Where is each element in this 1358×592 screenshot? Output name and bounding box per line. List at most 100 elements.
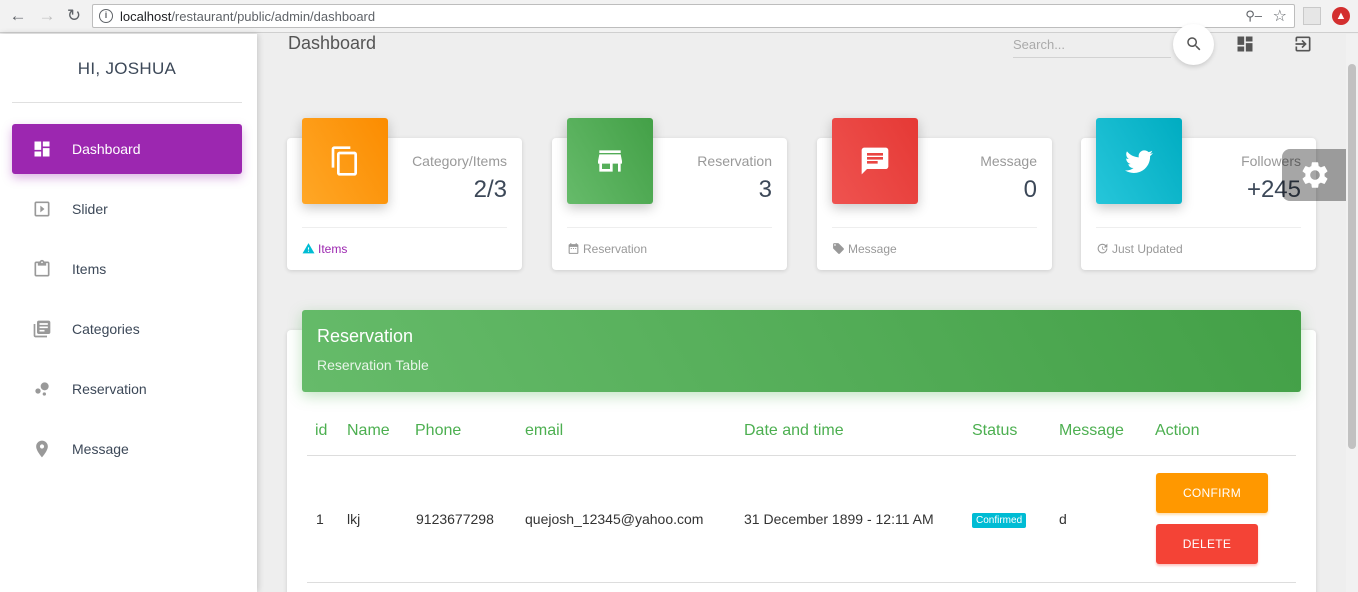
card-footer: Just Updated — [1096, 242, 1183, 256]
page-title: Dashboard — [288, 33, 377, 53]
column-header-name: Name — [347, 422, 390, 439]
confirm-button[interactable]: CONFIRM — [1156, 473, 1268, 513]
stat-card-category-items: Category/Items 2/3 Items — [287, 118, 522, 270]
cell-name: lkj — [347, 511, 361, 527]
card-footer[interactable]: Items — [302, 242, 347, 256]
table-subtitle: Reservation Table — [317, 357, 429, 373]
sidebar-divider — [12, 102, 242, 103]
settings-plugin-button[interactable] — [1282, 149, 1346, 201]
slideshow-icon — [34, 201, 50, 217]
card-value: 3 — [758, 176, 772, 203]
card-divider — [302, 227, 507, 228]
url-text[interactable]: localhost/restaurant/public/admin/dashbo… — [120, 9, 375, 24]
card-category: Reservation — [697, 153, 772, 169]
update-icon — [1097, 243, 1108, 254]
card-icon-badge — [302, 118, 388, 204]
card-category: Message — [980, 153, 1037, 169]
location-pin-icon — [36, 440, 48, 458]
cell-message: d — [1059, 511, 1067, 527]
key-icon[interactable]: ⚲– — [1245, 8, 1262, 24]
card-footer-text: Message — [848, 242, 897, 256]
logout-icon[interactable] — [1293, 34, 1313, 54]
clipboard-icon — [34, 259, 50, 277]
card-footer: Reservation — [567, 242, 647, 256]
mail-extension-icon[interactable] — [1303, 7, 1321, 25]
back-arrow-icon[interactable]: ← — [7, 6, 29, 26]
sidebar: HI, JOSHUA Dashboard Slider Items Catego… — [0, 34, 257, 592]
tag-icon — [833, 243, 844, 254]
gear-icon — [1302, 162, 1328, 188]
twitter-icon — [1125, 150, 1153, 173]
card-icon-badge — [832, 118, 918, 204]
sidebar-item-items[interactable]: Items — [12, 244, 242, 294]
column-header-id: id — [315, 422, 328, 439]
sidebar-item-categories[interactable]: Categories — [12, 304, 242, 354]
dashboard-icon — [34, 141, 50, 157]
url-host: localhost — [120, 9, 172, 24]
sidebar-item-label: Categories — [72, 321, 140, 337]
library-books-icon — [33, 320, 51, 338]
card-category: Category/Items — [412, 153, 507, 169]
info-icon[interactable]: i — [99, 9, 113, 23]
stat-card-message: Message 0 Message — [817, 118, 1052, 270]
cell-date-time: 31 December 1899 - 12:11 AM — [744, 511, 934, 527]
dashboard-icon[interactable] — [1235, 34, 1255, 54]
cell-email: quejosh_12345@yahoo.com — [525, 511, 704, 527]
url-path: /restaurant/public/admin/dashboard — [171, 9, 376, 24]
warning-icon — [302, 243, 315, 254]
column-header-status: Status — [972, 422, 1018, 439]
sidebar-item-message[interactable]: Message — [12, 424, 242, 474]
calendar-icon — [568, 243, 579, 254]
chat-icon — [861, 147, 889, 175]
column-header-message: Message — [1059, 422, 1124, 439]
search-icon — [1187, 37, 1201, 51]
card-value: 0 — [1023, 176, 1037, 203]
card-footer: Message — [832, 242, 897, 256]
cell-id: 1 — [316, 511, 324, 527]
search-input[interactable] — [1013, 32, 1171, 58]
reload-icon[interactable]: ↻ — [63, 6, 85, 26]
copy-icon — [331, 146, 357, 176]
address-bar[interactable]: i localhost/restaurant/public/admin/dash… — [92, 4, 1295, 28]
card-icon-badge — [567, 118, 653, 204]
bookmark-star-icon[interactable]: ☆ — [1273, 6, 1287, 26]
delete-button[interactable]: DELETE — [1156, 524, 1258, 564]
sidebar-item-label: Dashboard — [72, 141, 141, 157]
bubble-chart-icon — [35, 382, 49, 396]
page-scrollbar[interactable] — [1346, 34, 1358, 592]
sidebar-item-slider[interactable]: Slider — [12, 184, 242, 234]
scrollbar-thumb[interactable] — [1348, 64, 1356, 449]
forward-arrow-icon[interactable]: → — [36, 6, 58, 26]
card-divider — [1096, 227, 1301, 228]
sidebar-item-label: Message — [72, 441, 129, 457]
column-header-email: email — [525, 422, 564, 439]
status-badge: Confirmed — [972, 513, 1027, 528]
card-footer-text: Reservation — [583, 242, 648, 256]
sidebar-item-label: Items — [72, 261, 107, 277]
stat-card-reservation: Reservation 3 Reservation — [552, 118, 787, 270]
table-row-divider — [307, 582, 1296, 583]
sidebar-item-label: Slider — [72, 201, 108, 217]
store-icon — [598, 150, 622, 172]
sidebar-item-reservation[interactable]: Reservation — [12, 364, 242, 414]
card-footer-link[interactable]: Items — [318, 242, 347, 256]
card-icon-badge — [1096, 118, 1182, 204]
card-divider — [567, 227, 772, 228]
user-name: HI, JOSHUA — [77, 59, 177, 78]
cell-phone: 9123677298 — [416, 511, 494, 527]
sidebar-item-dashboard[interactable]: Dashboard — [12, 124, 242, 174]
extension-icon[interactable]: ▲ — [1332, 7, 1350, 25]
card-value: 2/3 — [473, 176, 507, 203]
card-footer-text: Just Updated — [1112, 242, 1183, 256]
sidebar-item-label: Reservation — [72, 381, 147, 397]
browser-toolbar: ← → ↻ i localhost/restaurant/public/admi… — [0, 0, 1358, 33]
table-title: Reservation — [317, 326, 414, 346]
column-header-action: Action — [1155, 422, 1200, 439]
search-button[interactable] — [1173, 24, 1214, 65]
table-header-divider — [307, 455, 1296, 456]
card-divider — [832, 227, 1037, 228]
reservation-table-header: Reservation Reservation Table — [302, 310, 1301, 392]
column-header-date-time: Date and time — [744, 422, 844, 439]
column-header-phone: Phone — [415, 422, 462, 439]
stat-card-followers: Followers +245 Just Updated — [1081, 118, 1316, 270]
